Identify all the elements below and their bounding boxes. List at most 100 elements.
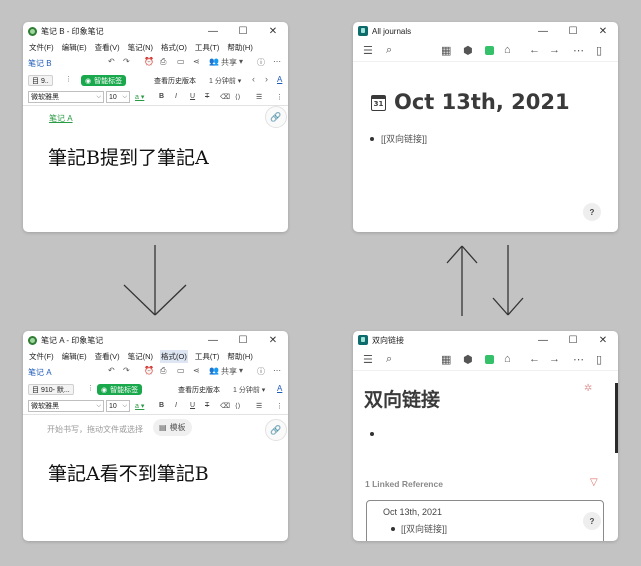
- block-content[interactable]: [[双向链接]]: [381, 132, 427, 145]
- share-button[interactable]: 👥 共享 ▾: [209, 57, 243, 68]
- info-icon[interactable]: ⓘ: [257, 57, 265, 68]
- minimize-button[interactable]: —: [528, 331, 558, 349]
- menu-help[interactable]: 帮助(H): [226, 350, 253, 363]
- menu-view[interactable]: 查看(V): [94, 41, 121, 54]
- reference-date[interactable]: Oct 13th, 2021: [383, 507, 442, 517]
- undo-icon[interactable]: ↶: [108, 366, 115, 375]
- link-icon[interactable]: 🔗: [265, 106, 287, 128]
- more-icon[interactable]: ⋯: [573, 353, 584, 366]
- menu-file[interactable]: 文件(F): [28, 41, 55, 54]
- template-button[interactable]: ▤ 模板: [153, 419, 192, 436]
- font-color-a-icon[interactable]: A: [277, 75, 282, 84]
- journal-page-title[interactable]: 31 Oct 13th, 2021: [371, 90, 570, 114]
- close-button[interactable]: ✕: [588, 331, 618, 349]
- reference-bullet[interactable]: [391, 527, 395, 531]
- note-editor[interactable]: 开始书写，拖动文件或选择 ▤ 模板 🔗 筆記A看不到筆記B: [23, 415, 288, 540]
- font-family-select[interactable]: 微软雅黑 ⌵: [28, 91, 104, 103]
- print-icon[interactable]: ⎙: [160, 57, 166, 67]
- menu-format[interactable]: 格式(O): [160, 350, 188, 363]
- notebook-selector[interactable]: 笔记 A: [28, 367, 52, 378]
- present-icon[interactable]: ▭: [177, 366, 185, 375]
- undo-icon[interactable]: ↶: [108, 57, 115, 66]
- menu-view[interactable]: 查看(V): [94, 350, 121, 363]
- page-title[interactable]: 双向链接: [364, 385, 440, 412]
- calendar-icon[interactable]: ▦: [441, 353, 451, 366]
- reference-block[interactable]: [[双向链接]]: [401, 522, 447, 535]
- menu-tools[interactable]: 工具(T): [194, 350, 221, 363]
- plugins-icon[interactable]: ⬢: [463, 44, 473, 57]
- redo-icon[interactable]: ↷: [123, 57, 130, 66]
- print-icon[interactable]: ⎙: [160, 366, 166, 376]
- eraser-icon[interactable]: ⌫: [220, 93, 230, 101]
- bold-icon[interactable]: B: [159, 93, 164, 100]
- underline-icon[interactable]: U: [190, 402, 195, 409]
- home-icon[interactable]: ⌂: [504, 44, 511, 56]
- italic-icon[interactable]: I: [175, 402, 177, 409]
- sync-status-icon[interactable]: [485, 355, 494, 364]
- share-button[interactable]: 👥 共享 ▾: [209, 366, 243, 377]
- list-icon[interactable]: ☰: [256, 402, 262, 410]
- info-icon[interactable]: ⓘ: [257, 366, 265, 377]
- font-family-select[interactable]: 微软雅黑 ⌵: [28, 400, 104, 412]
- block-bullet[interactable]: [370, 432, 374, 436]
- help-button[interactable]: ?: [583, 512, 601, 530]
- menu-edit[interactable]: 编辑(E): [61, 41, 88, 54]
- chevron-right-icon[interactable]: ›: [265, 74, 268, 84]
- plugins-icon[interactable]: ⬢: [463, 353, 473, 366]
- minimize-button[interactable]: —: [528, 22, 558, 40]
- strikethrough-icon[interactable]: T: [205, 402, 209, 409]
- list-icon[interactable]: ☰: [256, 93, 262, 101]
- history-link[interactable]: 查看历史版本: [154, 76, 196, 86]
- notebook-selector[interactable]: 笔记 B: [28, 58, 52, 69]
- font-size-select[interactable]: 10 ⌵: [106, 400, 130, 412]
- menu-tools[interactable]: 工具(T): [194, 41, 221, 54]
- notebook-chip[interactable]: 目 910- 默...: [28, 384, 74, 395]
- maximize-button[interactable]: ☐: [228, 331, 258, 349]
- minimize-button[interactable]: —: [198, 22, 228, 40]
- reminder-icon[interactable]: ⏰: [144, 366, 154, 375]
- font-size-select[interactable]: 10 ⌵: [106, 91, 130, 103]
- close-button[interactable]: ✕: [258, 331, 288, 349]
- text-color-icon[interactable]: a ▾: [135, 402, 144, 410]
- calendar-icon[interactable]: ▦: [441, 44, 451, 57]
- code-icon[interactable]: ⟨⟩: [235, 93, 240, 101]
- filter-icon[interactable]: ▽: [590, 477, 598, 488]
- forward-arrow-icon[interactable]: →: [549, 353, 560, 365]
- page-icon[interactable]: ✲: [584, 383, 592, 394]
- underline-icon[interactable]: U: [190, 93, 195, 100]
- help-button[interactable]: ?: [583, 203, 601, 221]
- menu-format[interactable]: 格式(O): [160, 41, 188, 54]
- maximize-button[interactable]: ☐: [558, 22, 588, 40]
- bold-icon[interactable]: B: [159, 402, 164, 409]
- more-format-icon[interactable]: ⋮: [276, 402, 283, 410]
- share-link-icon[interactable]: ⋖: [193, 57, 200, 66]
- more-icon[interactable]: ⋯: [273, 57, 281, 66]
- search-icon[interactable]: ⌕: [386, 44, 392, 57]
- link-icon[interactable]: 🔗: [265, 419, 287, 441]
- minimize-button[interactable]: —: [198, 331, 228, 349]
- sidebar-toggle-icon[interactable]: ▯: [596, 44, 602, 57]
- note-link[interactable]: 笔记 A: [49, 113, 73, 124]
- linked-references-header[interactable]: 1 Linked Reference: [365, 479, 443, 489]
- smart-tags-button[interactable]: ◉ 智能标签: [81, 75, 127, 86]
- font-color-a-icon[interactable]: A: [277, 384, 282, 393]
- back-arrow-icon[interactable]: ←: [529, 44, 540, 56]
- linked-reference-card[interactable]: Oct 13th, 2021 [[双向链接]]: [366, 500, 604, 541]
- close-button[interactable]: ✕: [258, 22, 288, 40]
- notebook-chip[interactable]: 目 9..: [28, 75, 53, 86]
- italic-icon[interactable]: I: [175, 93, 177, 100]
- more-icon[interactable]: ⋯: [573, 44, 584, 57]
- smart-tags-button[interactable]: ◉ 智能标签: [97, 384, 143, 395]
- reminder-icon[interactable]: ⏰: [144, 57, 154, 66]
- more-format-icon[interactable]: ⋮: [276, 93, 283, 101]
- drag-handle-icon[interactable]: ⋮: [65, 75, 72, 83]
- maximize-button[interactable]: ☐: [558, 331, 588, 349]
- more-icon[interactable]: ⋯: [273, 366, 281, 375]
- redo-icon[interactable]: ↷: [123, 366, 130, 375]
- menu-file[interactable]: 文件(F): [28, 350, 55, 363]
- history-link[interactable]: 查看历史版本: [178, 385, 220, 395]
- strikethrough-icon[interactable]: T: [205, 93, 209, 100]
- menu-icon[interactable]: ☰: [363, 44, 373, 57]
- sync-status-icon[interactable]: [485, 46, 494, 55]
- scrollbar[interactable]: [615, 383, 618, 453]
